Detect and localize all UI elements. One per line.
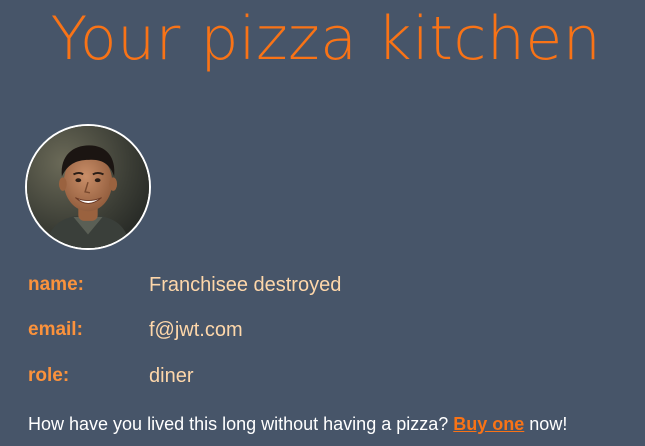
profile-row-name: name: Franchisee destroyed — [28, 270, 341, 300]
name-value: Franchisee destroyed — [149, 273, 342, 296]
name-label: name: — [28, 274, 84, 295]
role-value: diner — [149, 364, 194, 387]
buy-prompt-prefix: How have you lived this long without hav… — [28, 414, 449, 434]
buy-one-link[interactable]: Buy one — [453, 414, 524, 434]
email-label: email: — [28, 319, 83, 340]
dashboard-page: Your pizza kitchen name: Franchisee dest… — [0, 0, 645, 446]
avatar — [25, 124, 151, 250]
buy-prompt: How have you lived this long without hav… — [28, 414, 567, 435]
buy-prompt-suffix: now! — [529, 414, 568, 434]
email-value: f@jwt.com — [149, 318, 243, 341]
role-label: role: — [28, 365, 70, 386]
profile-row-role: role: diner — [28, 361, 193, 391]
page-title: Your pizza kitchen — [50, 4, 602, 74]
profile-row-email: email: f@jwt.com — [28, 315, 243, 345]
user-avatar-photo-icon — [27, 126, 149, 248]
